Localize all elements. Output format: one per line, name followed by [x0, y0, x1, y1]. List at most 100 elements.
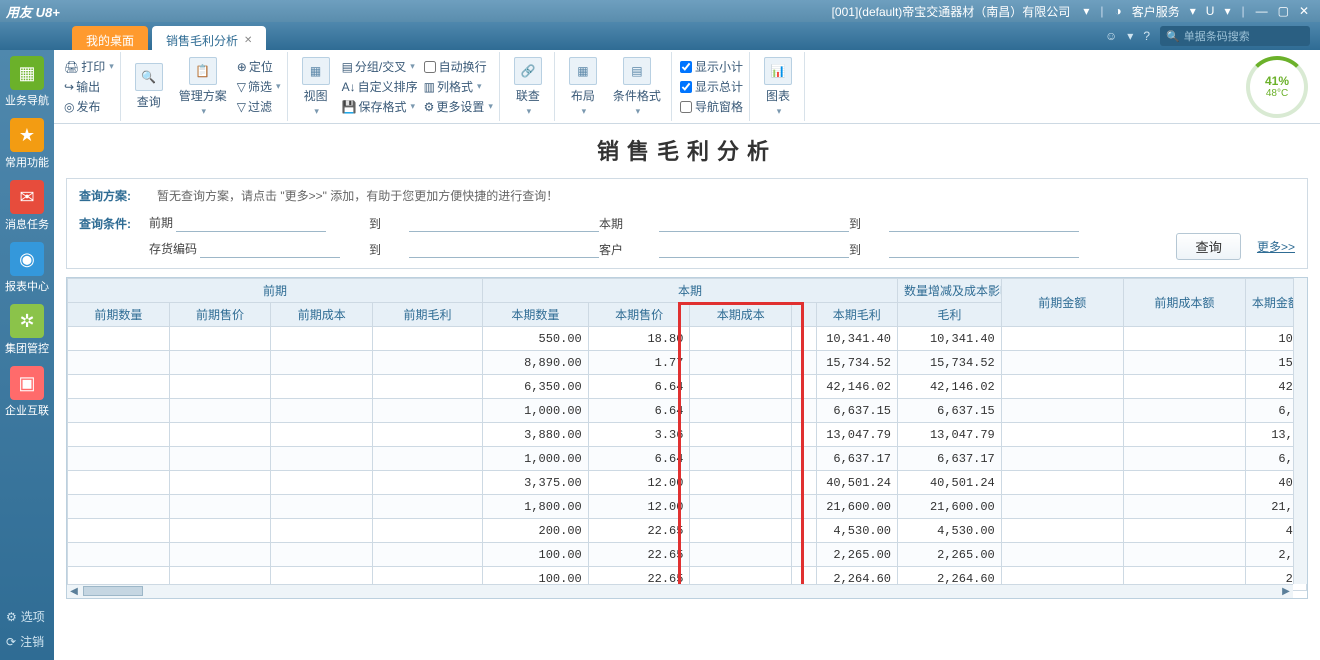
sidebar-item-biznav[interactable]: ▦业务导航: [2, 56, 52, 112]
vscrollbar[interactable]: [1293, 278, 1307, 584]
u-dd-icon[interactable]: ▾: [1219, 4, 1235, 18]
th-prev-gross[interactable]: 前期毛利: [373, 303, 483, 327]
layout-button[interactable]: ▦布局: [563, 55, 603, 119]
mail-icon: ✉: [10, 180, 44, 214]
sidebar-item-corp[interactable]: ▣企业互联: [2, 366, 52, 422]
query-button[interactable]: 🔍查询: [129, 61, 169, 112]
tab-close-icon[interactable]: ✕: [244, 35, 252, 46]
cust-to-input[interactable]: [889, 240, 1079, 258]
curr-from-input[interactable]: [659, 214, 849, 232]
table-row[interactable]: 550.0018.8010,341.4010,341.4010,: [68, 327, 1307, 351]
sidebar-item-msg[interactable]: ✉消息任务: [2, 180, 52, 236]
link-button[interactable]: 🔗联查: [508, 55, 548, 119]
sidebar-item-group[interactable]: ✲集团管控: [2, 304, 52, 360]
chart-label: 图表: [766, 87, 790, 104]
more-link[interactable]: 更多>>: [1257, 238, 1295, 255]
curr-to-input[interactable]: [889, 214, 1079, 232]
sidebar-options[interactable]: ⚙选项: [0, 604, 54, 629]
filter-button[interactable]: ▽ 筛选: [237, 78, 281, 95]
table-row[interactable]: 1,000.006.646,637.176,637.176,6: [68, 447, 1307, 471]
th-prev-cost[interactable]: 前期成本: [271, 303, 373, 327]
table-row[interactable]: 3,375.0012.0040,501.2440,501.2440,: [68, 471, 1307, 495]
perf-gauge: 41% 48°C: [1246, 56, 1308, 118]
print-label: 打印: [81, 58, 105, 75]
company-dd-icon[interactable]: ▾: [1078, 4, 1094, 18]
table-cell: [1123, 351, 1245, 375]
stock-to-input[interactable]: [409, 240, 599, 258]
smile-icon[interactable]: ☺: [1105, 29, 1117, 43]
sidebar-item-report[interactable]: ◉报表中心: [2, 242, 52, 298]
total-check[interactable]: 显示总计: [680, 78, 743, 95]
cust-from-input[interactable]: [659, 240, 849, 258]
table-row[interactable]: 1,000.006.646,637.156,637.156,6: [68, 399, 1307, 423]
hscrollbar[interactable]: ◀▶: [67, 584, 1293, 598]
sidebar-item-common[interactable]: ★常用功能: [2, 118, 52, 174]
help-icon[interactable]: ◑: [1109, 4, 1126, 18]
info-icon[interactable]: ?: [1143, 29, 1150, 43]
colfmt-label: 列格式: [437, 78, 473, 95]
service-label[interactable]: 客户服务: [1127, 3, 1185, 20]
moreset-label: 更多设置: [436, 98, 484, 115]
view-button[interactable]: ▦视图: [296, 55, 336, 119]
print-button[interactable]: 🖨 打印: [64, 58, 114, 75]
th-gross[interactable]: 毛利: [898, 303, 1002, 327]
savefmt-button[interactable]: 💾 保存格式: [342, 98, 418, 115]
moreset-button[interactable]: ⚙ 更多设置: [424, 98, 493, 115]
smile-dd[interactable]: ▾: [1127, 29, 1133, 43]
sidebar-logout[interactable]: ⟳注销: [0, 629, 54, 654]
table-row[interactable]: 3,880.003.3613,047.7913,047.7913,0: [68, 423, 1307, 447]
scroll-right-icon[interactable]: ▶: [1279, 586, 1293, 598]
table-cell: [373, 495, 483, 519]
condfmt-button[interactable]: ▤条件格式: [609, 55, 665, 119]
gauge-temp: 48°C: [1266, 88, 1288, 99]
th-curr-price[interactable]: 本期售价: [588, 303, 690, 327]
navpane-check[interactable]: 导航窗格: [680, 98, 743, 115]
mgmt-button[interactable]: 📋管理方案: [175, 55, 231, 119]
subtotal-check[interactable]: 显示小计: [680, 58, 743, 75]
colfmt-button[interactable]: ▥ 列格式: [424, 78, 493, 95]
minimize-icon[interactable]: —: [1251, 4, 1273, 18]
table-cell: 15,734.52: [898, 351, 1002, 375]
tab-home[interactable]: 我的桌面: [72, 26, 148, 50]
service-dd-icon[interactable]: ▾: [1185, 4, 1201, 18]
table-row[interactable]: 1,800.0012.0021,600.0021,600.0021,6: [68, 495, 1307, 519]
maximize-icon[interactable]: ▢: [1273, 4, 1294, 18]
autowrap-check[interactable]: 自动换行: [424, 58, 493, 75]
u-label[interactable]: U: [1201, 4, 1220, 18]
company-name[interactable]: [001](default)帝宝交通器材（南昌）有限公司: [832, 3, 1071, 20]
customsort-button[interactable]: A↓ 自定义排序: [342, 78, 418, 95]
th-curr-gross[interactable]: 本期毛利: [816, 303, 897, 327]
table-cell: [373, 423, 483, 447]
scroll-left-icon[interactable]: ◀: [67, 586, 81, 598]
table-row[interactable]: 8,890.001.7715,734.5215,734.5215,: [68, 351, 1307, 375]
tab-sales-gross[interactable]: 销售毛利分析 ✕: [152, 26, 266, 50]
groupcross-button[interactable]: ▤ 分组/交叉: [342, 58, 418, 75]
close-icon[interactable]: ✕: [1294, 4, 1314, 18]
th-prev-qty[interactable]: 前期数量: [68, 303, 170, 327]
gear-icon: ⚙: [6, 610, 17, 624]
run-query-button[interactable]: 查询: [1176, 233, 1241, 260]
th-curr-qty[interactable]: 本期数量: [482, 303, 588, 327]
output-button[interactable]: ↪ 输出: [64, 78, 114, 95]
table-cell: 4,530.00: [898, 519, 1002, 543]
prev-from-input[interactable]: [176, 214, 326, 232]
th-curr-cost[interactable]: 本期成本: [690, 303, 792, 327]
search-box[interactable]: 🔍 单据条码搜索: [1160, 26, 1310, 46]
table-cell: [68, 519, 170, 543]
table-row[interactable]: 100.0022.652,265.002,265.002,2: [68, 543, 1307, 567]
stock-from-input[interactable]: [200, 240, 340, 258]
prev-to-input[interactable]: [409, 214, 599, 232]
biznav-icon: ▦: [10, 56, 44, 90]
table-cell: [1123, 471, 1245, 495]
exclude-button[interactable]: ▽ 过滤: [237, 98, 281, 115]
th-prev-price[interactable]: 前期售价: [169, 303, 271, 327]
table-cell: 10,341.40: [898, 327, 1002, 351]
publish-button[interactable]: ◎ 发布: [64, 98, 114, 115]
chart-button[interactable]: 📊图表: [758, 55, 798, 119]
locate-button[interactable]: ⊕ 定位: [237, 58, 281, 75]
scroll-thumb[interactable]: [83, 586, 143, 596]
data-table: 前期 本期 数量增减及成本影响 前期金额 前期成本额 本期金额 前期数量 前期售…: [67, 278, 1307, 591]
f-to4: 到: [849, 241, 889, 258]
table-row[interactable]: 6,350.006.6442,146.0242,146.0242,: [68, 375, 1307, 399]
table-row[interactable]: 200.0022.654,530.004,530.004,: [68, 519, 1307, 543]
